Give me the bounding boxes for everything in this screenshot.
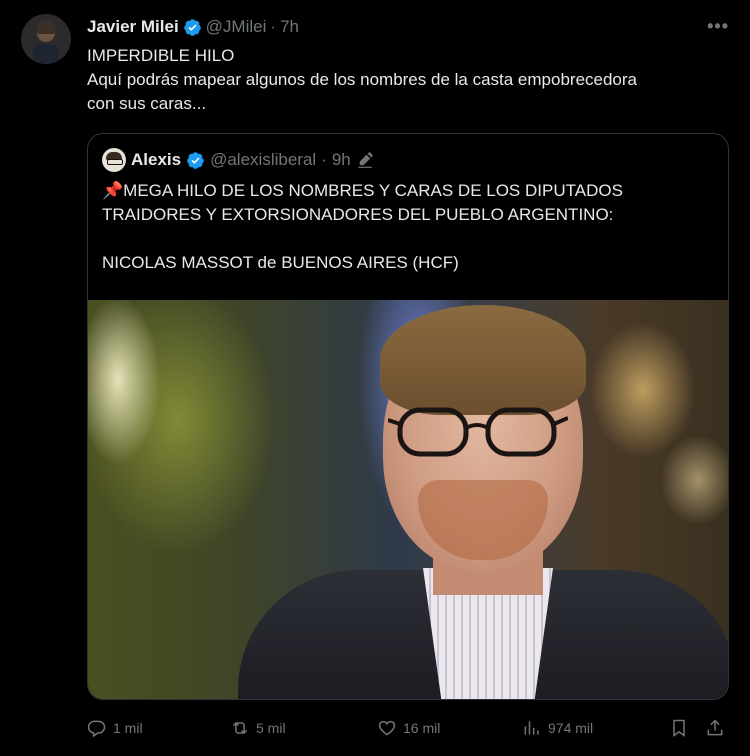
author-name[interactable]: Javier Milei — [87, 17, 179, 37]
repost-icon — [232, 721, 248, 735]
reply-count: 1 mil — [113, 720, 143, 736]
quoted-tweet-text: 📌MEGA HILO DE LOS NOMBRES Y CARAS DE LOS… — [102, 179, 702, 275]
tweet-text-line: Aquí podrás mapear algunos de los nombre… — [87, 70, 638, 89]
quoted-text-line — [102, 227, 702, 251]
repost-button[interactable]: 5 mil — [230, 714, 286, 742]
quoted-author-name[interactable]: Alexis — [131, 150, 181, 170]
views-button[interactable]: 974 mil — [522, 714, 593, 742]
quoted-tweet[interactable]: Alexis @alexisliberal · 9h 📌MEGA HILO DE… — [87, 133, 729, 700]
tweet-text-line: IMPERDIBLE HILO — [87, 46, 235, 65]
bookmark-icon — [673, 719, 685, 737]
more-options-icon[interactable]: ••• — [707, 16, 729, 37]
photo-hair — [380, 305, 586, 415]
author-handle[interactable]: @JMilei — [206, 17, 267, 37]
reply-button[interactable]: 1 mil — [87, 714, 143, 742]
quoted-text-line: NICOLAS MASSOT de BUENOS AIRES (HCF) — [102, 253, 459, 272]
share-button[interactable] — [705, 714, 725, 742]
tweet[interactable]: Javier Milei @JMilei · 7h ••• IMPERDIBLE… — [0, 0, 750, 756]
tweet-time[interactable]: 7h — [280, 17, 299, 37]
tweet-actions: 1 mil 5 mil 16 mil 974 mil — [87, 714, 727, 742]
verified-badge-icon — [183, 18, 201, 36]
edited-pencil-icon — [358, 152, 373, 168]
analytics-icon — [524, 721, 539, 735]
like-count: 16 mil — [403, 720, 441, 736]
repost-count: 5 mil — [256, 720, 286, 736]
quoted-text-line: TRAIDORES Y EXTORSIONADORES DEL PUEBLO A… — [102, 205, 614, 224]
quoted-tweet-header: Alexis @alexisliberal · 9h — [102, 148, 374, 172]
quoted-author-avatar[interactable] — [102, 148, 126, 172]
quoted-author-handle[interactable]: @alexisliberal — [210, 150, 316, 170]
separator-dot: · — [270, 17, 277, 36]
reply-icon — [87, 720, 106, 738]
quoted-text-line: 📌MEGA HILO DE LOS NOMBRES Y CARAS DE LOS… — [102, 181, 623, 200]
tweet-text: IMPERDIBLE HILO Aquí podrás mapear algun… — [87, 44, 727, 116]
tweet-header: Javier Milei @JMilei · 7h — [87, 15, 299, 39]
tweet-text-line: con sus caras... — [87, 94, 207, 113]
share-icon — [707, 719, 723, 736]
separator-dot: · — [321, 150, 327, 169]
heart-icon — [378, 720, 396, 736]
bookmark-button[interactable] — [669, 714, 689, 742]
photo-glasses — [388, 407, 568, 457]
quoted-tweet-photo[interactable] — [88, 300, 728, 699]
view-count: 974 mil — [548, 720, 594, 736]
verified-badge-icon — [187, 151, 204, 169]
like-button[interactable]: 16 mil — [377, 714, 440, 742]
author-avatar[interactable] — [21, 14, 71, 64]
quoted-tweet-time[interactable]: 9h — [332, 150, 351, 170]
